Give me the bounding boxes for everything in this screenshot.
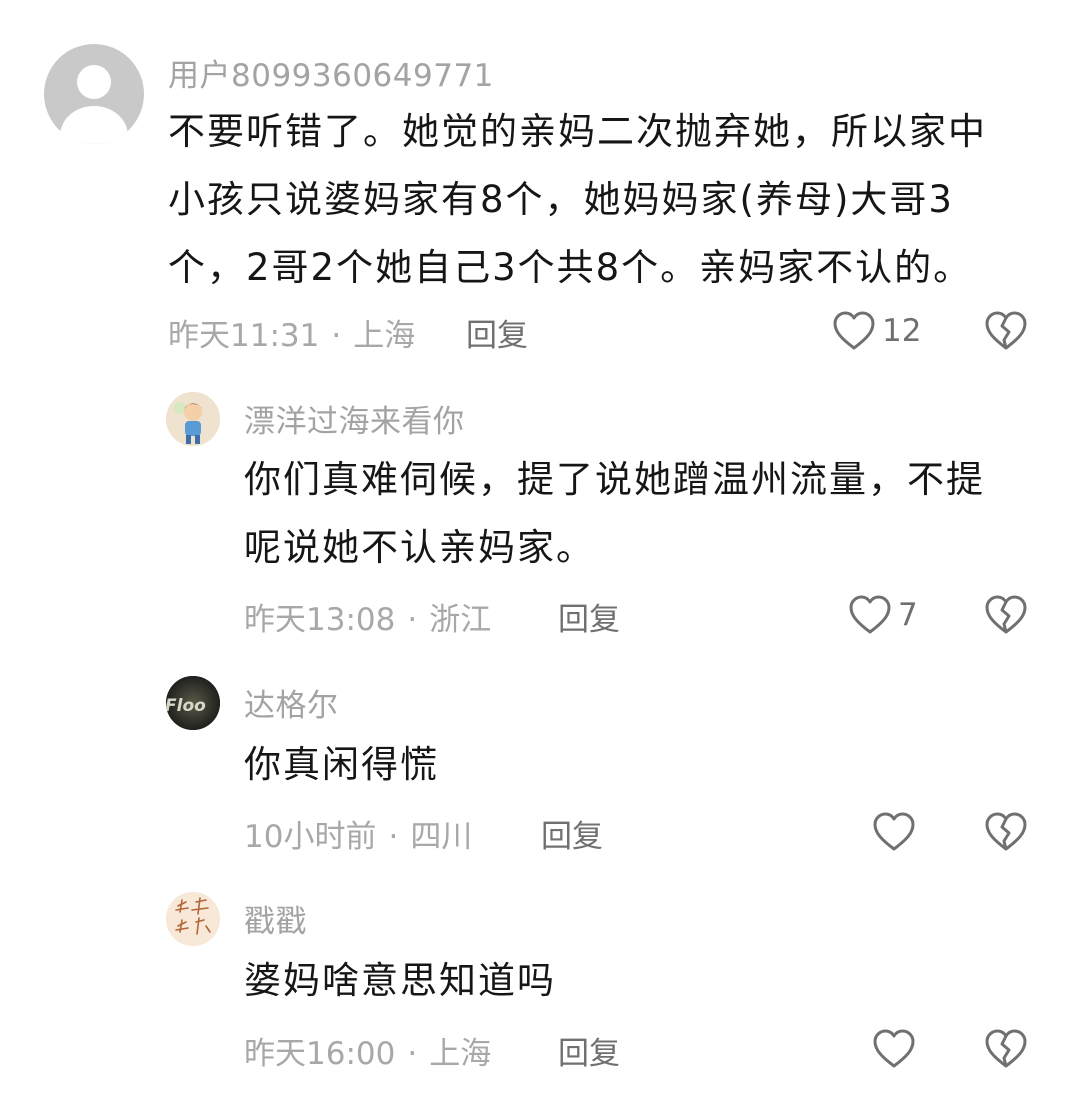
comment-text-line: 婆妈啥意思知道吗: [244, 959, 556, 1002]
comment-location: 上海: [429, 1036, 492, 1072]
dislike-button[interactable]: [984, 1028, 1028, 1070]
comment-text-line: 你们真难伺候，提了说她蹭温州流量，不提: [244, 458, 985, 501]
broken-heart-icon: [984, 811, 1028, 853]
like-count: 7: [898, 597, 918, 633]
comment-time: 昨天16:00: [244, 1036, 396, 1072]
comment-content: 你真闲得慌: [244, 731, 439, 799]
dislike-button[interactable]: [984, 811, 1028, 853]
comment-text-line: 个，2哥2个她自己3个共8个。亲妈家不认的。: [168, 246, 973, 289]
like-button[interactable]: [872, 1028, 922, 1070]
comment-time: 10小时前: [244, 819, 377, 855]
comment-location: 四川: [410, 819, 473, 855]
separator-dot: ·: [407, 602, 418, 638]
comment-username[interactable]: 达格尔: [244, 680, 339, 725]
comment-username[interactable]: 漂洋过海来看你: [244, 396, 465, 441]
broken-heart-icon: [984, 310, 1028, 352]
reply-button[interactable]: 回复: [558, 1028, 620, 1073]
reply-button[interactable]: 回复: [558, 594, 620, 639]
like-button[interactable]: 7: [848, 594, 918, 636]
broken-heart-icon: [984, 1028, 1028, 1070]
like-button[interactable]: 12: [832, 310, 921, 352]
like-count: 12: [882, 313, 922, 349]
avatar-default[interactable]: [44, 44, 144, 144]
avatar-cartoon-boy[interactable]: [166, 392, 220, 446]
dislike-button[interactable]: [984, 310, 1028, 352]
cartoon-boy-icon: [166, 392, 220, 446]
comment-meta: 10小时前 · 四川: [244, 811, 472, 856]
avatar-floo[interactable]: Floo: [166, 676, 220, 730]
heart-icon: [848, 594, 892, 636]
comment-text-line: 你真闲得慌: [244, 743, 439, 786]
comment-content: 婆妈啥意思知道吗: [244, 947, 556, 1015]
heart-icon: [832, 310, 876, 352]
avatar-handwriting[interactable]: [166, 892, 220, 946]
default-user-icon: [60, 65, 128, 144]
comment-text-line: 呢说她不认亲妈家。: [244, 526, 595, 569]
broken-heart-icon: [984, 594, 1028, 636]
comment-username[interactable]: 用户8099360649771: [168, 50, 494, 95]
like-button[interactable]: [872, 811, 922, 853]
separator-dot: ·: [407, 1036, 418, 1072]
comment-meta: 昨天16:00 · 上海: [244, 1028, 491, 1073]
comment-meta: 昨天11:31 · 上海: [168, 310, 415, 355]
comment-location: 浙江: [429, 602, 492, 638]
comment-username[interactable]: 戳戳: [244, 896, 307, 941]
comment-content: 不要听错了。她觉的亲妈二次抛弃她，所以家中 小孩只说婆妈家有8个，她妈妈家(养母…: [168, 98, 987, 302]
comment-time: 昨天11:31: [168, 318, 320, 354]
reply-button[interactable]: 回复: [466, 310, 528, 355]
heart-icon: [872, 811, 916, 853]
heart-icon: [872, 1028, 916, 1070]
comment-content: 你们真难伺候，提了说她蹭温州流量，不提 呢说她不认亲妈家。: [244, 446, 985, 582]
comment-text-line: 不要听错了。她觉的亲妈二次抛弃她，所以家中: [168, 110, 987, 153]
comment-text-line: 小孩只说婆妈家有8个，她妈妈家(养母)大哥3: [168, 178, 954, 221]
handwriting-avatar-icon: [166, 892, 220, 946]
floo-logo-icon: Floo: [166, 676, 220, 730]
comment-time: 昨天13:08: [244, 602, 396, 638]
separator-dot: ·: [388, 819, 399, 855]
comment-meta: 昨天13:08 · 浙江: [244, 594, 491, 639]
reply-button[interactable]: 回复: [541, 811, 603, 856]
separator-dot: ·: [331, 318, 342, 354]
comment-location: 上海: [353, 318, 416, 354]
dislike-button[interactable]: [984, 594, 1028, 636]
svg-text:Floo: Floo: [166, 696, 206, 716]
